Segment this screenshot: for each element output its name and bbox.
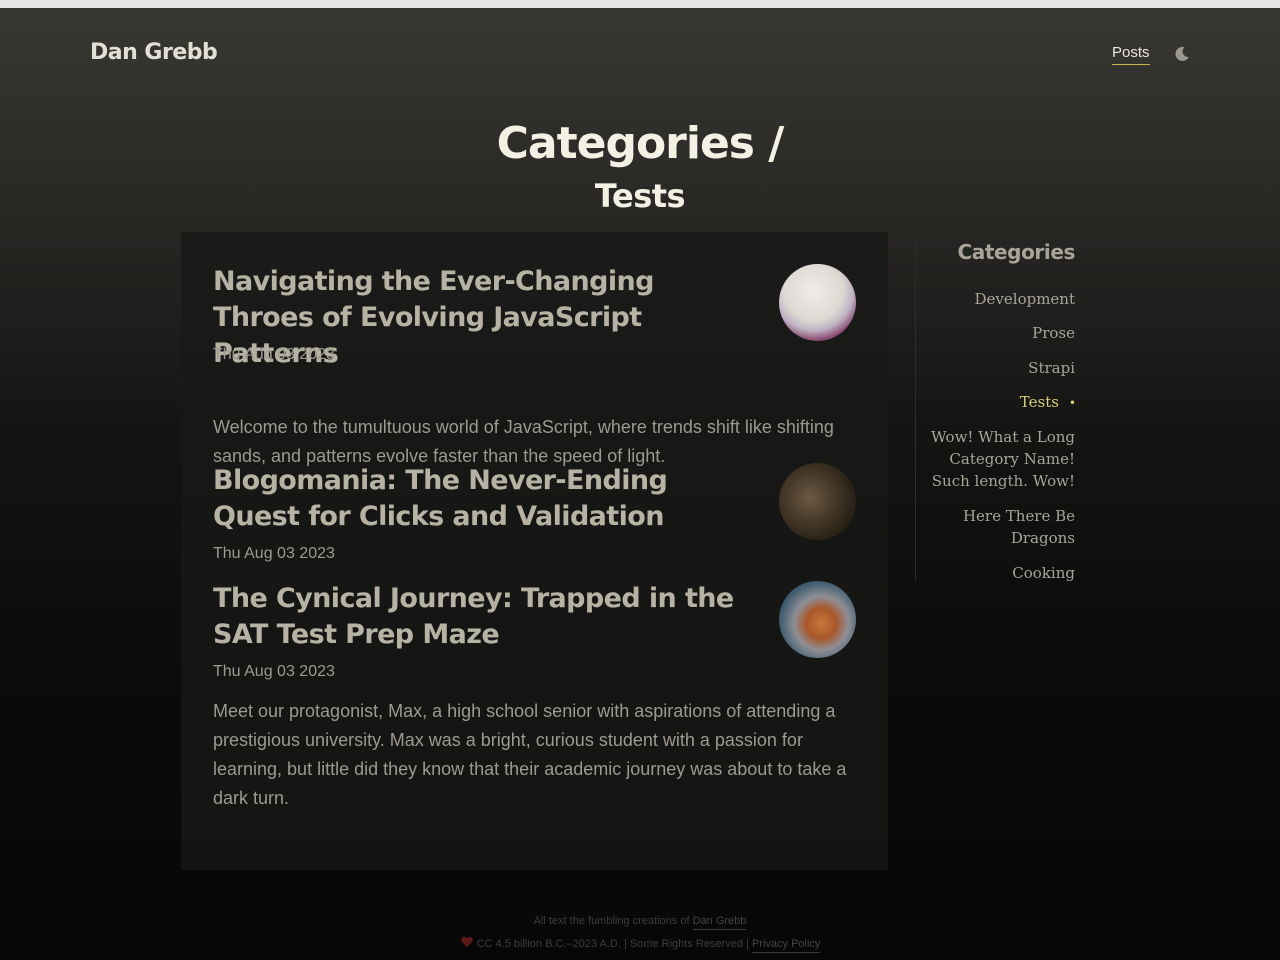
footer-privacy-link[interactable]: Privacy Policy (751, 938, 821, 953)
post-item[interactable]: The Cynical Journey: Trapped in the SAT … (213, 581, 856, 841)
sidebar-item-prose[interactable]: Prose (925, 322, 1075, 344)
posts-list: Navigating the Ever-Changing Throes of E… (181, 232, 888, 870)
heart-icon (460, 936, 477, 950)
post-thumbnail-machinery[interactable] (779, 463, 856, 540)
nav-posts-link[interactable]: Posts (1112, 44, 1150, 65)
sidebar-title: Categories (957, 240, 1075, 264)
moon-icon[interactable] (1172, 44, 1192, 64)
page-title: Categories / (496, 118, 785, 169)
page-subtitle: Tests (594, 177, 686, 215)
post-date: Thu Aug 03 2023 (213, 545, 335, 562)
footer-credit-text: All text the fumbling creations of (533, 915, 690, 927)
sidebar-item-strapi[interactable]: Strapi (925, 357, 1075, 379)
footer-author-link[interactable]: Dan Grebb (692, 915, 747, 930)
sidebar-item-development[interactable]: Development (925, 288, 1075, 310)
browser-top-strip (0, 0, 1280, 8)
active-marker-icon: • (1068, 396, 1076, 410)
categories-sidebar: Categories Development Prose Strapi Test… (915, 236, 1076, 584)
sidebar-item-cooking[interactable]: Cooking (925, 562, 1075, 584)
post-date: Thu Aug 03 2023 (213, 346, 335, 363)
post-item[interactable]: Navigating the Ever-Changing Throes of E… (213, 264, 856, 466)
sidebar-item-dragons[interactable]: Here There Be Dragons (925, 505, 1075, 549)
footer-license-text: CC 4.5 billion B.C.–2023 A.D. | Some Rig… (476, 938, 749, 950)
site-header: Dan Grebb Posts (90, 40, 1192, 72)
post-item[interactable]: Blogomania: The Never-Ending Quest for C… (213, 463, 856, 573)
site-title-link[interactable]: Dan Grebb (90, 40, 218, 65)
sidebar-item-tests[interactable]: Tests • (926, 391, 1076, 414)
post-excerpt: Meet our protagonist, Max, a high school… (213, 701, 847, 808)
footer-line-1: All text the fumbling creations of Dan G… (0, 915, 1280, 930)
post-title-link[interactable]: Blogomania: The Never-Ending Quest for C… (213, 463, 753, 535)
post-title-link[interactable]: The Cynical Journey: Trapped in the SAT … (213, 581, 753, 653)
post-thumbnail-abstract[interactable] (779, 264, 856, 341)
sidebar-item-label: Tests (1019, 393, 1059, 411)
sidebar-item-long-category[interactable]: Wow! What a Long Category Name! Such len… (925, 426, 1075, 492)
footer-line-2: CC 4.5 billion B.C.–2023 A.D. | Some Rig… (0, 936, 1280, 953)
post-date: Thu Aug 03 2023 (213, 663, 335, 680)
page-heading: Categories / Tests (0, 116, 1280, 220)
post-thumbnail-gears[interactable] (779, 581, 856, 658)
